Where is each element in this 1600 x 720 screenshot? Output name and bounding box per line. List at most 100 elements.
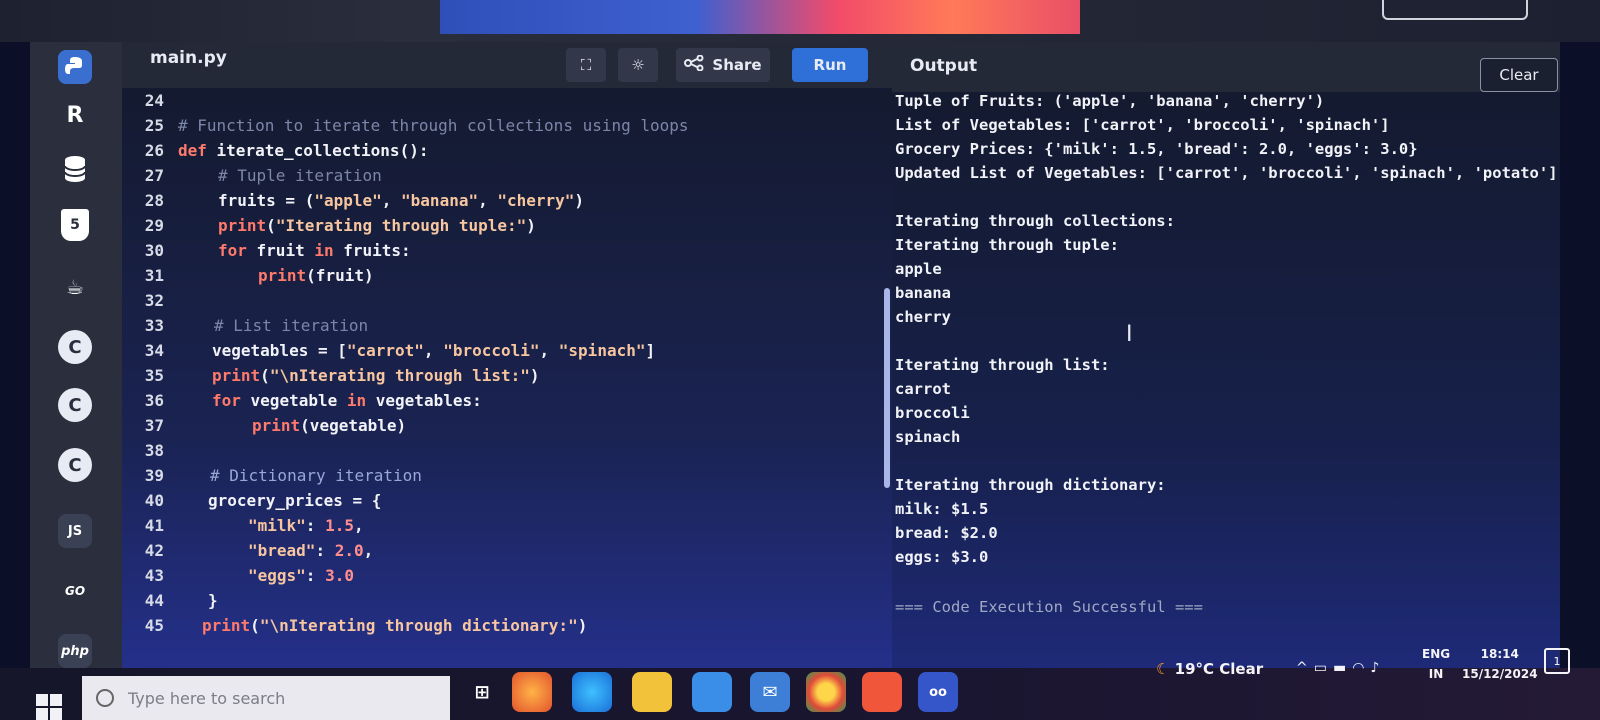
weather-text: 19°C Clear — [1174, 660, 1264, 678]
code-line: 38 — [122, 441, 892, 466]
taskbar-clock[interactable]: 18:14 15/12/2024 — [1462, 644, 1538, 684]
output-scrollbar[interactable] — [884, 288, 890, 488]
language-sidebar: R 5 ☕ C C C JS GO php — [30, 42, 122, 682]
share-button[interactable]: Share — [676, 48, 770, 82]
sidebar-item-python[interactable] — [52, 44, 98, 90]
output-line: Iterating through list: — [895, 356, 1110, 374]
line-number: 42 — [144, 541, 164, 560]
theme-toggle-button[interactable]: ☼ — [618, 48, 658, 82]
search-icon — [96, 689, 114, 707]
code-line: 36 for vegetable in vegetables: — [122, 391, 892, 416]
go-icon: GO — [64, 584, 86, 598]
code-line: 27 # Tuple iteration — [122, 166, 892, 191]
system-tray[interactable]: ^▭▬◠♪ — [1296, 660, 1385, 676]
app-icon[interactable]: oo — [918, 672, 958, 712]
sidebar-item-csharp[interactable]: C — [52, 442, 98, 488]
code-line: 43 "eggs": 3.0 — [122, 566, 892, 591]
sidebar-item-javascript[interactable]: JS — [52, 508, 98, 554]
line-number: 34 — [144, 341, 164, 360]
code-line: 25 # Function to iterate through collecti… — [122, 116, 892, 141]
line-number: 38 — [144, 441, 164, 460]
banner-button[interactable] — [1382, 0, 1528, 20]
sidebar-item-go[interactable]: GO — [52, 568, 98, 614]
code-line: 32 — [122, 291, 892, 316]
chrome-icon[interactable] — [806, 672, 846, 712]
code-line: 40 grocery_prices = { — [122, 491, 892, 516]
sidebar-item-cpp[interactable]: C — [52, 382, 98, 428]
output-line: Updated List of Vegetables: ['carrot', '… — [895, 164, 1558, 182]
code-line: 37 print(vegetable) — [122, 416, 892, 441]
sidebar-item-c[interactable]: C — [52, 324, 98, 370]
code-text: for vegetable in vegetables: — [212, 391, 482, 410]
language-code: ENG — [1422, 647, 1451, 661]
output-line: Iterating through dictionary: — [895, 476, 1166, 494]
r-language-icon: R — [66, 102, 84, 128]
clock-time: 18:14 — [1480, 647, 1519, 661]
firefox-icon[interactable] — [512, 672, 552, 712]
network-icon[interactable]: ▭ — [1314, 660, 1333, 676]
clock-date: 15/12/2024 — [1462, 667, 1538, 681]
notification-center-icon[interactable]: 1 — [1544, 648, 1570, 674]
edge-icon[interactable] — [572, 672, 612, 712]
wifi-icon[interactable]: ◠ — [1352, 660, 1370, 676]
battery-icon[interactable]: ▬ — [1333, 660, 1352, 676]
line-number: 40 — [144, 491, 164, 510]
code-line: 31 print(fruit) — [122, 266, 892, 291]
code-text: vegetables = ["carrot", "broccoli", "spi… — [212, 341, 656, 360]
c-language-icon: C — [58, 330, 92, 364]
editor-toolbar — [122, 42, 892, 88]
line-number: 37 — [144, 416, 164, 435]
fullscreen-icon: ⛶ — [580, 56, 592, 74]
php-icon: php — [58, 634, 92, 668]
code-text: } — [208, 591, 218, 610]
code-text: print("\nIterating through dictionary:") — [202, 616, 588, 635]
output-line: banana — [895, 284, 951, 302]
fullscreen-button[interactable]: ⛶ — [566, 48, 606, 82]
volume-icon[interactable]: ♪ — [1370, 660, 1385, 676]
line-number: 32 — [144, 291, 164, 310]
code-line: 35 print("\nIterating through list:") — [122, 366, 892, 391]
code-line: 30 for fruit in fruits: — [122, 241, 892, 266]
run-button[interactable]: Run — [792, 48, 868, 82]
text-cursor-icon: I — [1126, 322, 1133, 347]
line-number: 43 — [144, 566, 164, 585]
output-line: bread: $2.0 — [895, 524, 998, 542]
line-number: 33 — [144, 316, 164, 335]
output-header — [892, 42, 1560, 92]
java-icon: ☕ — [66, 275, 84, 299]
code-line: 33 # List iteration — [122, 316, 892, 341]
code-text: # Dictionary iteration — [210, 466, 422, 485]
clear-button[interactable]: Clear — [1480, 58, 1558, 92]
code-editor[interactable]: 24 25 # Function to iterate through colle… — [122, 88, 892, 668]
task-view-icon[interactable]: ⊞ — [462, 672, 502, 712]
sidebar-item-r[interactable]: R — [52, 92, 98, 138]
chevron-up-icon[interactable]: ^ — [1296, 660, 1314, 676]
code-line: 41 "milk": 1.5, — [122, 516, 892, 541]
line-number: 35 — [144, 366, 164, 385]
weather-widget[interactable]: ☾ 19°C Clear — [1156, 660, 1263, 678]
mail-icon[interactable]: ✉ — [750, 672, 790, 712]
code-text: "eggs": 3.0 — [248, 566, 354, 585]
taskbar-search-box[interactable]: Type here to search — [82, 676, 450, 720]
code-text: print("\nIterating through list:") — [212, 366, 540, 385]
sidebar-item-sql[interactable] — [52, 146, 98, 192]
code-text: print(vegetable) — [252, 416, 407, 435]
brave-icon[interactable] — [862, 672, 902, 712]
line-number: 30 — [144, 241, 164, 260]
output-line: List of Vegetables: ['carrot', 'broccoli… — [895, 116, 1390, 134]
file-explorer-icon[interactable] — [632, 672, 672, 712]
line-number: 29 — [144, 216, 164, 235]
windows-start-button[interactable] — [36, 694, 62, 720]
sidebar-item-java[interactable]: ☕ — [52, 264, 98, 310]
csharp-icon: C — [58, 448, 92, 482]
notification-count: 1 — [1553, 654, 1561, 668]
output-line: Tuple of Fruits: ('apple', 'banana', 'ch… — [895, 92, 1325, 110]
language-indicator[interactable]: ENG IN — [1422, 644, 1450, 684]
sun-icon: ☼ — [631, 56, 645, 74]
store-icon[interactable] — [692, 672, 732, 712]
output-line: Iterating through collections: — [895, 212, 1175, 230]
promo-banner[interactable] — [440, 0, 1080, 34]
sidebar-item-html[interactable]: 5 — [52, 202, 98, 248]
line-number: 31 — [144, 266, 164, 285]
file-tab[interactable]: main.py — [150, 48, 227, 68]
